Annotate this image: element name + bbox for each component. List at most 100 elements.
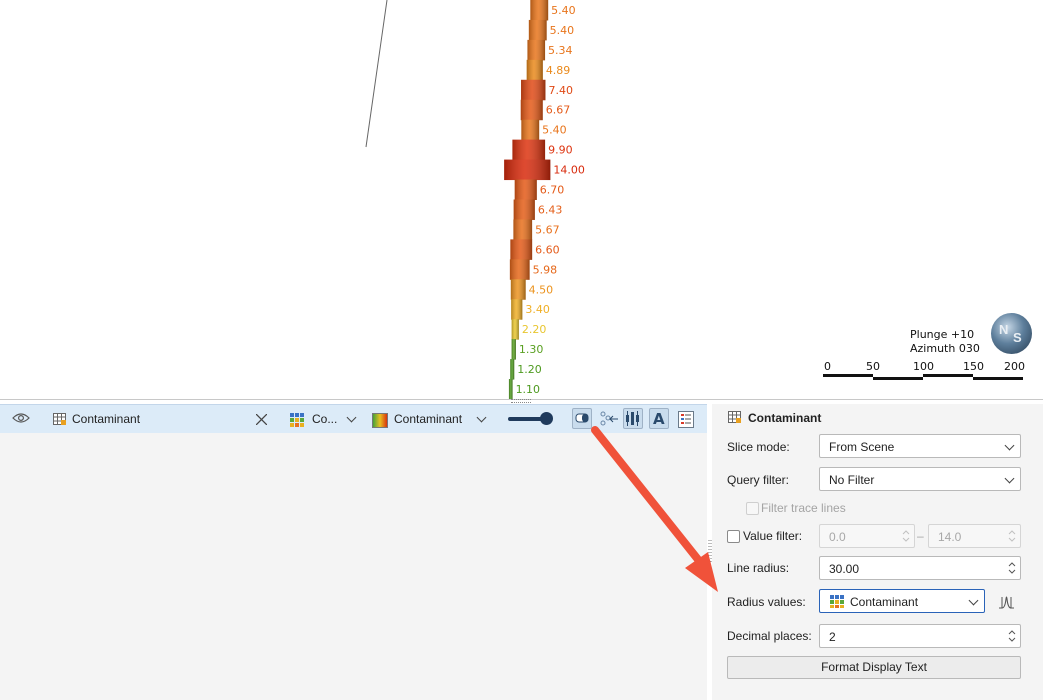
distribution-curve-icon[interactable] <box>998 593 1015 610</box>
drillhole-value-label: 5.98 <box>533 263 558 276</box>
value-filter-checkbox[interactable] <box>727 530 740 543</box>
drillhole-segment-shading <box>510 359 515 380</box>
table-icon <box>53 413 66 425</box>
colour-gradient-icon <box>372 413 388 428</box>
legend-icon[interactable] <box>678 411 694 428</box>
query-filter-label: Query filter: <box>727 473 790 487</box>
spinner-arrows-icon <box>902 530 910 542</box>
drillhole-segment-shading <box>510 279 526 300</box>
chevron-down-icon <box>968 595 979 606</box>
radius-column-name[interactable]: Co... <box>312 412 337 426</box>
drillhole-value-label: 1.30 <box>519 343 544 356</box>
compass-letter-n: N <box>999 322 1009 337</box>
show-labels-button[interactable]: A <box>649 408 669 429</box>
drillhole-segment-shading <box>521 119 540 141</box>
compass-icon[interactable]: N S <box>991 313 1032 354</box>
point-markers-icon[interactable] <box>599 411 619 427</box>
value-filter-max-value: 14.0 <box>938 530 962 544</box>
drillhole-segment-shading <box>521 79 546 101</box>
radius-values-select[interactable]: Contaminant <box>819 589 985 613</box>
drillhole-segment-shading <box>511 299 523 320</box>
horizontal-splitter-handle[interactable] <box>511 399 531 403</box>
value-filter-min-input[interactable]: 0.0 <box>819 524 915 548</box>
drillhole-value-label: 5.40 <box>550 24 575 37</box>
slice-mode-select[interactable]: From Scene <box>819 434 1021 458</box>
drillhole-value-label: 5.40 <box>542 124 567 137</box>
drillhole-segment-shading <box>509 259 530 280</box>
query-filter-value: No Filter <box>829 473 875 487</box>
drillhole-value-label: 5.34 <box>548 44 573 57</box>
radius-bars-button[interactable] <box>623 408 643 429</box>
slice-mode-label: Slice mode: <box>727 440 790 454</box>
drillhole-segment-shading <box>528 19 547 41</box>
value-filter-label: Value filter: <box>743 529 803 543</box>
properties-panel: Contaminant Slice mode: From Scene Query… <box>712 404 1043 700</box>
value-filter-max-input[interactable]: 14.0 <box>928 524 1021 548</box>
drillhole-value-label: 5.40 <box>551 4 576 17</box>
drillhole-segment-shading <box>520 99 543 121</box>
view-orientation: Plunge +10 Azimuth 030 <box>910 328 980 356</box>
drillhole-value-label: 6.70 <box>540 184 565 197</box>
line-radius-input[interactable]: 30.00 <box>819 556 1021 580</box>
azimuth-readout: Azimuth 030 <box>910 342 980 355</box>
close-icon[interactable] <box>256 414 267 425</box>
spinner-arrows-icon[interactable] <box>1008 628 1016 644</box>
opacity-slider-handle[interactable] <box>540 412 553 425</box>
scale-tick-label: 0 <box>824 360 831 373</box>
chevron-down-icon <box>1004 440 1015 451</box>
scene-viewport[interactable]: 5.40 5.40 5.34 4.89 7.40 6.67 5.40 9.90 14.00 6.7… <box>0 0 1043 400</box>
eye-icon[interactable] <box>12 412 30 424</box>
drillhole-value-label: 9.90 <box>548 144 573 157</box>
drillhole-value-label: 4.50 <box>529 283 554 296</box>
svg-text:A: A <box>653 410 665 428</box>
radius-values-label: Radius values: <box>727 595 806 609</box>
scene-object-toolbar: Contaminant Co... Contaminant A <box>0 404 707 434</box>
drillhole-value-label: 6.67 <box>546 104 571 117</box>
table-icon <box>728 411 741 423</box>
drillhole-segment-shading <box>511 339 516 360</box>
scene-list-area <box>0 433 707 700</box>
scale-bar: 0 50 100 150 200 <box>820 360 1030 384</box>
drillhole-value-label: 6.43 <box>538 203 563 216</box>
drillhole-value-label: 4.89 <box>546 64 571 77</box>
chevron-down-icon <box>1004 473 1015 484</box>
drillhole-value-label: 2.20 <box>522 323 547 336</box>
filter-trace-lines-label: Filter trace lines <box>761 501 846 515</box>
drillhole-segment-shading <box>530 0 549 21</box>
drillhole-segment-shading <box>527 39 546 61</box>
drillhole-value-label: 1.20 <box>517 363 542 376</box>
chevron-down-icon[interactable] <box>346 412 357 423</box>
radius-bars-icon <box>626 411 639 426</box>
colour-column-name[interactable]: Contaminant <box>394 412 462 426</box>
show-traces-button[interactable] <box>572 408 592 429</box>
drillhole-value-label: 14.00 <box>553 164 585 177</box>
scale-tick-label: 200 <box>1004 360 1025 373</box>
spinner-arrows-icon <box>1008 530 1016 542</box>
spinner-arrows-icon[interactable] <box>1008 560 1016 576</box>
decimal-places-input[interactable]: 2 <box>819 624 1021 648</box>
trace-toggle-icon <box>575 413 589 423</box>
scale-tick-label: 100 <box>913 360 934 373</box>
text-label-icon: A <box>653 410 665 428</box>
drillhole-value-label: 7.40 <box>548 84 573 97</box>
filter-trace-lines-checkbox[interactable] <box>746 502 759 515</box>
drillhole-segment-shading <box>508 379 513 399</box>
format-display-text-button[interactable]: Format Display Text <box>727 656 1021 679</box>
radius-values-value: Contaminant <box>850 595 919 609</box>
drillhole-segment-shading <box>504 159 551 181</box>
drillhole-segment-shading <box>514 179 537 200</box>
drillhole-value-label: 5.67 <box>535 223 560 236</box>
scene-object-name[interactable]: Contaminant <box>72 412 140 426</box>
chevron-down-icon[interactable] <box>476 412 487 423</box>
drillhole-segment-shading <box>512 139 546 161</box>
drillhole-segment-shading <box>526 59 543 81</box>
drillhole-segments <box>504 0 551 399</box>
query-filter-select[interactable]: No Filter <box>819 467 1021 491</box>
column-colormap-icon <box>830 595 844 608</box>
drillhole-segment-shading <box>511 319 519 340</box>
drillhole-value-label: 3.40 <box>525 303 550 316</box>
line-radius-value: 30.00 <box>829 562 860 576</box>
line-radius-label: Line radius: <box>727 561 790 575</box>
trace-line <box>365 0 388 148</box>
value-filter-separator: – <box>917 529 924 543</box>
